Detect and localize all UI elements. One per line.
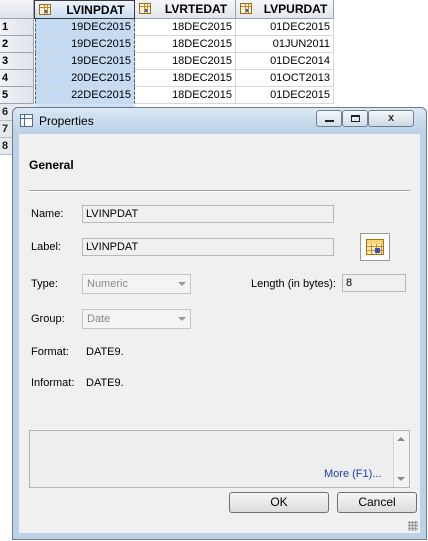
- maximize-icon: [351, 115, 360, 122]
- table-cell[interactable]: 01DEC2015: [236, 87, 334, 104]
- more-help-link[interactable]: More (F1)...: [324, 468, 381, 480]
- type-label: Type:: [31, 278, 58, 290]
- table-column-icon: [139, 3, 151, 14]
- minimize-button[interactable]: [316, 110, 342, 127]
- maximize-button[interactable]: [342, 110, 368, 127]
- table-cell[interactable]: 19DEC2015: [35, 53, 135, 70]
- section-divider: [29, 190, 410, 192]
- scrollbar[interactable]: [393, 431, 409, 487]
- cancel-button[interactable]: Cancel: [337, 492, 417, 513]
- chevron-down-icon: [178, 282, 186, 286]
- column-header-label: LVINPDAT: [66, 3, 125, 17]
- type-select-value: Numeric: [87, 278, 128, 290]
- row-header[interactable]: 3: [0, 53, 34, 70]
- properties-dialog: Properties x General Name: LVINPDAT Labe…: [12, 107, 427, 540]
- table-column-icon: [240, 3, 252, 14]
- chevron-down-icon: [178, 317, 186, 321]
- row-header[interactable]: 5: [0, 87, 34, 104]
- group-label: Group:: [31, 313, 65, 325]
- informat-value: DATE9.: [86, 377, 124, 389]
- scroll-down-icon[interactable]: [397, 477, 405, 481]
- dialog-client-area: General Name: LVINPDAT Label: LVINPDAT T…: [19, 134, 420, 533]
- column-header-label: LVRTEDAT: [164, 2, 228, 16]
- table-cell[interactable]: 19DEC2015: [35, 19, 135, 36]
- resize-grip-icon[interactable]: [408, 521, 418, 531]
- length-field[interactable]: 8: [342, 274, 406, 292]
- label-label: Label:: [31, 241, 61, 253]
- help-description-pane: More (F1)...: [29, 430, 410, 488]
- column-header-label: LVPURDAT: [263, 2, 328, 16]
- close-icon: x: [387, 112, 395, 124]
- grid-corner[interactable]: [0, 0, 34, 19]
- dialog-title: Properties: [39, 114, 94, 128]
- format-label: Format:: [31, 346, 69, 358]
- name-field[interactable]: LVINPDAT: [82, 205, 334, 223]
- row-header[interactable]: 4: [0, 70, 34, 87]
- label-field[interactable]: LVINPDAT: [82, 238, 334, 256]
- table-cell[interactable]: 22DEC2015: [35, 87, 135, 104]
- format-value: DATE9.: [86, 346, 124, 358]
- table-cell[interactable]: 01DEC2015: [236, 19, 334, 36]
- section-title: General: [29, 158, 74, 172]
- minimize-icon: [325, 120, 334, 122]
- length-label: Length (in bytes):: [251, 278, 336, 290]
- table-cell[interactable]: 18DEC2015: [135, 70, 236, 87]
- informat-label: Informat:: [31, 377, 75, 389]
- name-label: Name:: [31, 208, 64, 220]
- table-cell[interactable]: 18DEC2015: [135, 36, 236, 53]
- numeric-column-icon: [360, 233, 390, 261]
- close-button[interactable]: x: [368, 110, 414, 127]
- group-select-value: Date: [87, 313, 111, 325]
- table-cell[interactable]: 01OCT2013: [236, 70, 334, 87]
- table-cell[interactable]: 18DEC2015: [135, 87, 236, 104]
- column-header-lvpurdat[interactable]: LVPURDAT: [236, 0, 334, 19]
- table-column-icon: [39, 4, 51, 15]
- column-header-lvrtedat[interactable]: LVRTEDAT: [135, 0, 236, 19]
- type-select[interactable]: Numeric: [82, 274, 191, 294]
- table-cell[interactable]: 19DEC2015: [35, 36, 135, 53]
- table-cell[interactable]: 18DEC2015: [135, 53, 236, 70]
- table-cell[interactable]: 20DEC2015: [35, 70, 135, 87]
- properties-icon: [20, 114, 33, 127]
- row-header[interactable]: 1: [0, 19, 34, 36]
- scroll-up-icon[interactable]: [397, 437, 405, 441]
- table-cell[interactable]: 01JUN2011: [236, 36, 334, 53]
- table-cell[interactable]: 01DEC2014: [236, 53, 334, 70]
- ok-button[interactable]: OK: [229, 492, 329, 513]
- dialog-titlebar[interactable]: Properties x: [13, 108, 426, 134]
- row-header[interactable]: 2: [0, 36, 34, 53]
- table-cell[interactable]: 18DEC2015: [135, 19, 236, 36]
- column-header-lvinpdat[interactable]: LVINPDAT: [34, 0, 135, 19]
- group-select[interactable]: Date: [82, 309, 191, 329]
